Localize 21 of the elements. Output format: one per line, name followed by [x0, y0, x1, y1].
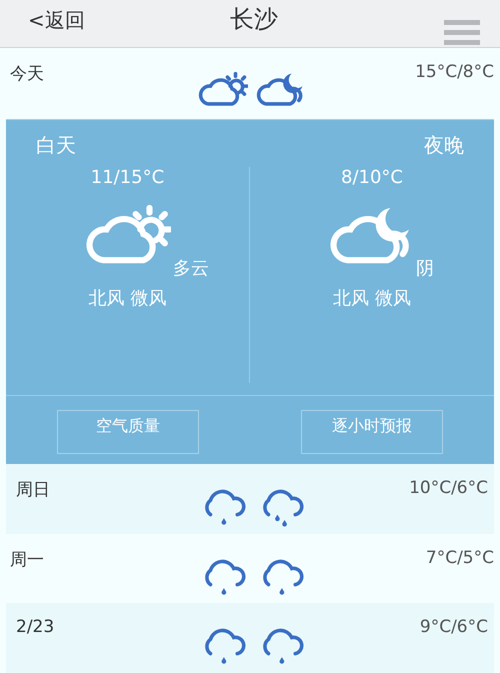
wind-text: 北风 微风 — [333, 287, 411, 310]
period-label: 白天 — [36, 132, 76, 160]
forecast-button[interactable]: 空气质量 — [57, 410, 199, 454]
temperature-range: 9°C/6°C — [420, 617, 488, 638]
day-label: 周一 — [10, 548, 45, 571]
back-link[interactable]: <返回 — [28, 6, 85, 34]
day-label: 周日 — [16, 478, 51, 501]
forecast-button[interactable]: 逐小时预报 — [301, 410, 443, 454]
temperature-range: 7°C/5°C — [426, 548, 494, 568]
menu-icon[interactable] — [444, 20, 480, 46]
temperature-range: 15°C/8°C — [415, 62, 494, 82]
city-title: 长沙 — [230, 4, 278, 36]
temperature-range: 8/10°C — [341, 167, 403, 188]
condition-text: 阴 — [416, 257, 434, 280]
period-label: 夜晚 — [424, 132, 464, 160]
temperature-range: 11/15°C — [90, 167, 164, 188]
temperature-range: 10°C/6°C — [409, 478, 488, 498]
wind-text: 北风 微风 — [88, 287, 166, 310]
condition-text: 多云 — [173, 257, 209, 280]
day-label: 2/23 — [16, 617, 56, 638]
day-label: 今天 — [10, 62, 45, 85]
